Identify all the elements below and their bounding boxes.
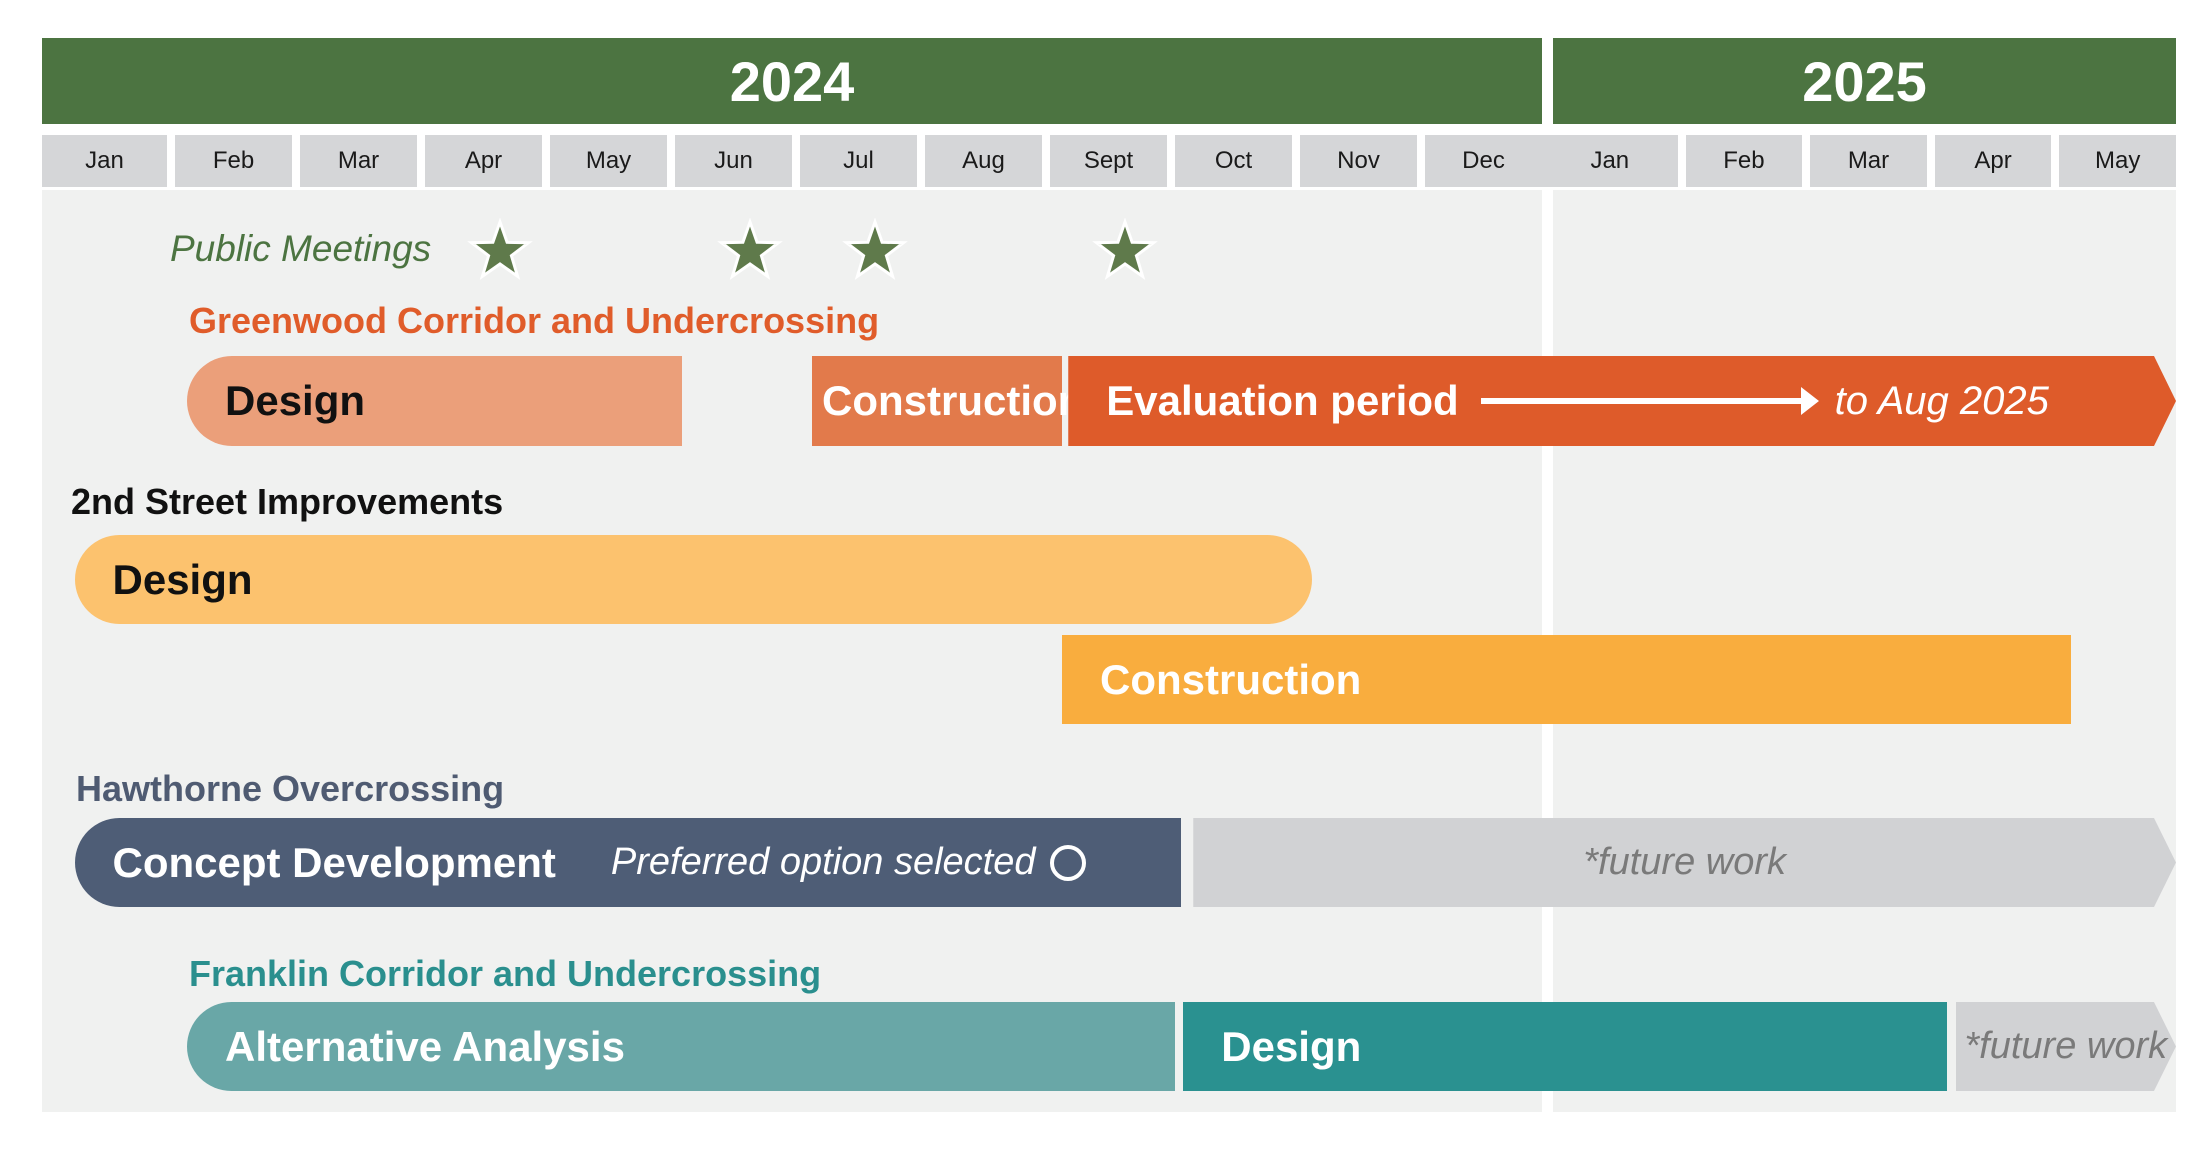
task-bar-construction: Construction bbox=[1062, 635, 2072, 724]
task-label: *future work bbox=[1964, 1025, 2168, 1067]
task-bar-future-work: *future work bbox=[1956, 1002, 2176, 1091]
arrow-right-icon bbox=[1481, 398, 1811, 404]
milestone-circle-icon bbox=[1049, 844, 1086, 881]
month-cell-4: May bbox=[550, 135, 667, 187]
task-bar-design: Design bbox=[187, 356, 682, 446]
task-bar-design: Design bbox=[1183, 1002, 1947, 1091]
project-label-greenwood: Greenwood Corridor and Undercrossing bbox=[189, 300, 880, 341]
month-cell-15: Apr bbox=[1934, 135, 2052, 187]
month-cell-10: Nov bbox=[1300, 135, 1417, 187]
month-cell-5: Jun bbox=[675, 135, 792, 187]
month-cell-11: Dec bbox=[1425, 135, 1542, 187]
task-note: Preferred option selected bbox=[610, 841, 1036, 883]
task-bar-alternative-analysis: Alternative Analysis bbox=[187, 1002, 1175, 1091]
task-bar-design: Design bbox=[74, 535, 1312, 624]
month-cell-0: Jan bbox=[42, 135, 167, 187]
month-cell-3: Apr bbox=[425, 135, 542, 187]
month-cell-1: Feb bbox=[175, 135, 292, 187]
month-cell-7: Aug bbox=[925, 135, 1042, 187]
task-label: Design bbox=[112, 555, 253, 603]
task-label: Design bbox=[225, 377, 366, 424]
project-label-franklin: Franklin Corridor and Undercrossing bbox=[189, 953, 822, 994]
task-label: *future work bbox=[1583, 841, 1786, 883]
star-icon bbox=[466, 218, 533, 281]
month-cell-6: Jul bbox=[800, 135, 917, 187]
project-label-hawthorne: Hawthorne Overcrossing bbox=[76, 768, 505, 809]
year-header-2025: 2025 bbox=[1553, 38, 2176, 124]
month-cell-8: Sept bbox=[1050, 135, 1167, 187]
project-label-2nd-street: 2nd Street Improvements bbox=[71, 481, 504, 522]
task-bar-future-work: *future work bbox=[1193, 818, 2176, 907]
month-cell-9: Oct bbox=[1175, 135, 1292, 187]
task-label: Concept Development bbox=[112, 838, 556, 886]
star-icon bbox=[716, 218, 783, 281]
task-label: Construction bbox=[822, 377, 1084, 424]
month-cell-12: Jan bbox=[1542, 135, 1678, 187]
month-cell-16: May bbox=[2059, 135, 2176, 187]
task-label: Alternative Analysis bbox=[225, 1022, 625, 1070]
month-cell-13: Feb bbox=[1685, 135, 1803, 187]
star-icon bbox=[1091, 218, 1158, 281]
star-icon bbox=[841, 218, 908, 281]
year-header-2024: 2024 bbox=[42, 38, 1542, 124]
task-bar-evaluation-period: Evaluation period to Aug 2025 bbox=[1068, 356, 2176, 446]
task-label: Evaluation period bbox=[1106, 377, 1459, 424]
task-bar-concept-development: Concept Development Preferred option sele… bbox=[74, 818, 1181, 907]
month-cell-2: Mar bbox=[300, 135, 417, 187]
task-note: to Aug 2025 bbox=[1834, 378, 2049, 423]
task-label: Design bbox=[1221, 1022, 1362, 1070]
month-cell-14: Mar bbox=[1810, 135, 1927, 187]
task-label: Construction bbox=[1100, 655, 1362, 703]
public-meetings-label: Public Meetings bbox=[170, 228, 432, 269]
task-bar-construction: Construction bbox=[812, 356, 1083, 446]
